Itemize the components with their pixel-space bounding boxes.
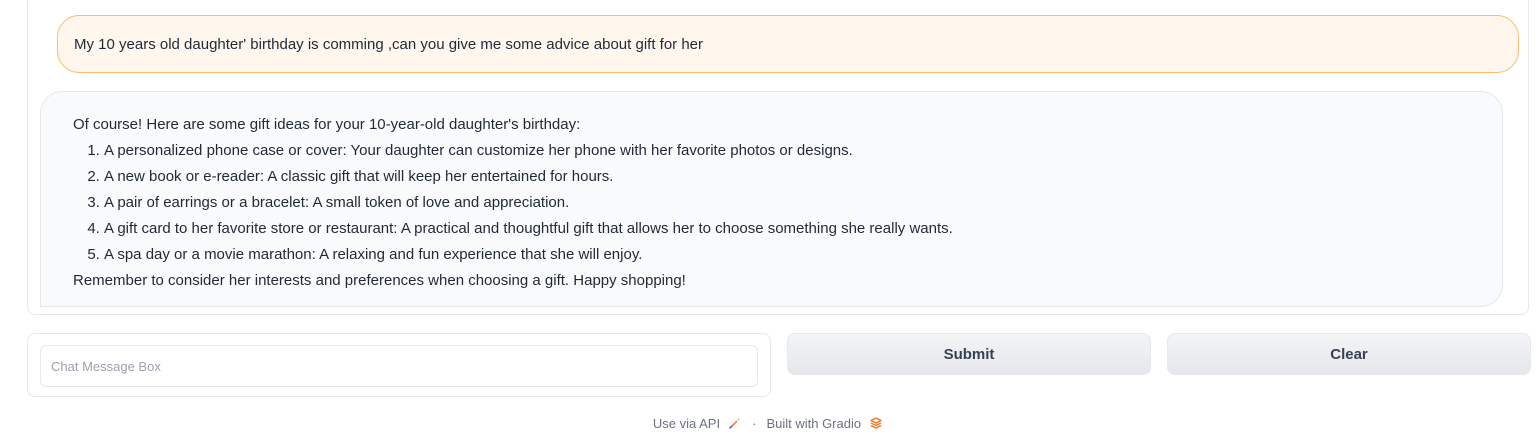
user-message-bubble: My 10 years old daughter' birthday is co… [57,15,1519,73]
use-via-api-label: Use via API [652,415,721,431]
user-message-text: My 10 years old daughter' birthday is co… [74,35,704,53]
bot-message-outro: Remember to consider her interests and p… [73,272,686,289]
chat-message-box-container [27,333,771,397]
bot-message-bubble: Of course! Here are some gift ideas for … [40,91,1503,307]
bot-message-intro: Of course! Here are some gift ideas for … [73,116,581,133]
gift-ideas-list: A personalized phone case or cover: Your… [73,138,1470,268]
list-item: A personalized phone case or cover: Your… [104,138,1470,164]
clear-button[interactable]: Clear [1167,333,1531,375]
built-with-gradio-label: Built with Gradio [766,415,862,431]
submit-button[interactable]: Submit [787,333,1151,375]
clear-button-label: Clear [1330,345,1368,363]
list-item: A pair of earrings or a bracelet: A smal… [104,190,1470,216]
gradio-logo-icon [870,417,882,429]
list-item: A gift card to her favorite store or res… [104,216,1470,242]
gradio-chat-page: My 10 years old daughter' birthday is co… [0,0,1536,435]
use-via-api-link[interactable]: Use via API [653,416,742,431]
submit-button-label: Submit [943,345,995,363]
footer: Use via API · Built with Gradio [0,413,1536,433]
rocket-icon [729,418,741,429]
chatbot-panel: My 10 years old daughter' birthday is co… [27,0,1529,315]
list-item: A new book or e-reader: A classic gift t… [104,164,1470,190]
chat-message-input[interactable] [40,345,758,387]
built-with-gradio-link[interactable]: Built with Gradio [766,416,883,431]
list-item: A spa day or a movie marathon: A relaxin… [104,242,1470,268]
footer-separator: · [752,415,757,431]
